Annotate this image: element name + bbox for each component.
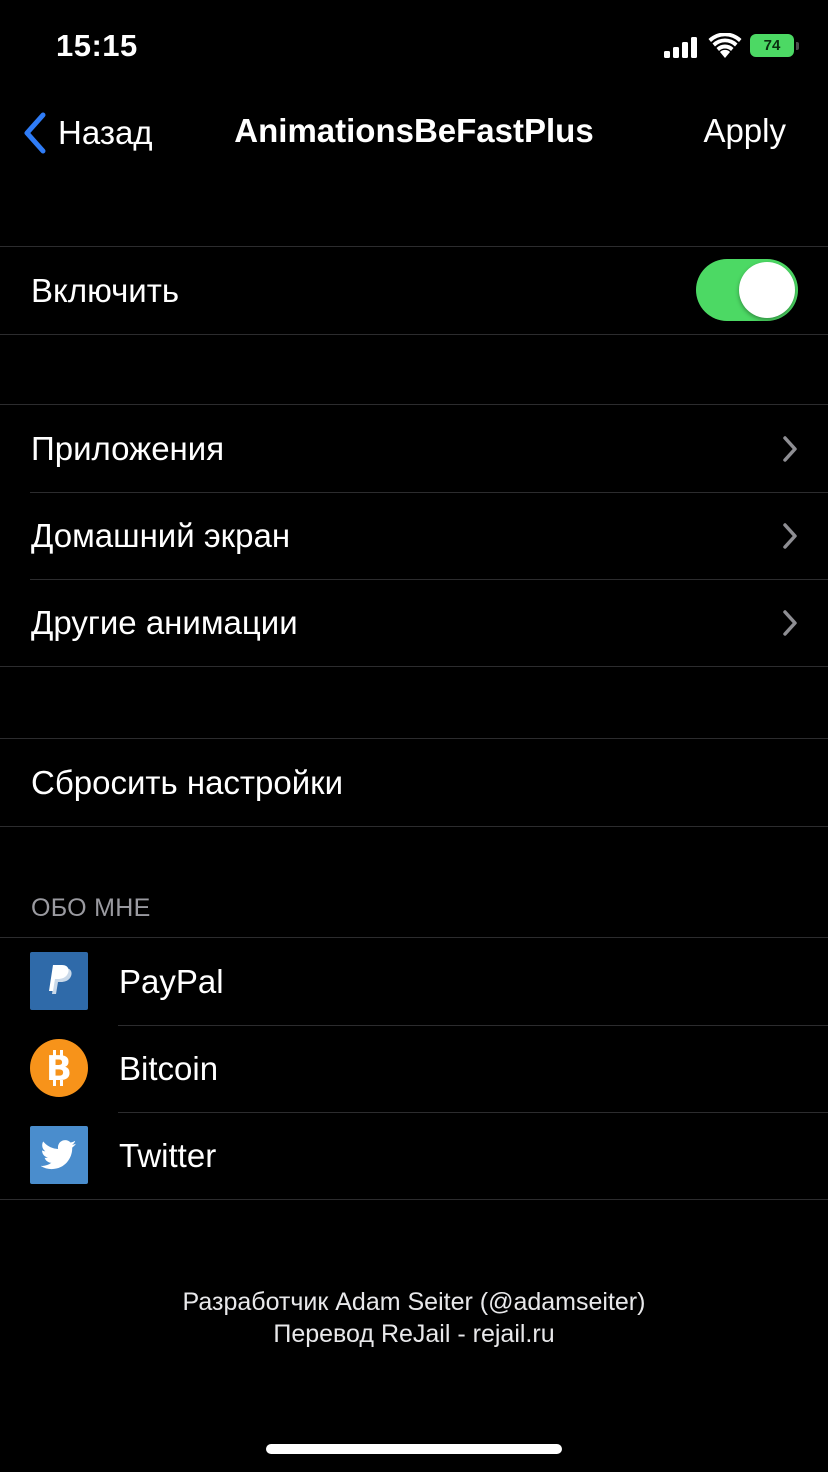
bitcoin-label: Bitcoin <box>119 1049 219 1087</box>
about-section-header: ОБО МНЕ <box>31 894 151 922</box>
home-indicator[interactable] <box>266 1444 562 1454</box>
menu-item-apps[interactable]: Приложения <box>0 405 828 492</box>
battery-icon: 74 <box>750 34 799 57</box>
status-bar: 15:15 74 <box>0 0 828 90</box>
chevron-right-icon <box>783 436 797 462</box>
screen: 15:15 74 Назад AnimationsBeFastPlus Appl… <box>0 0 828 1472</box>
chevron-right-icon <box>783 610 797 636</box>
battery-level: 74 <box>750 34 794 57</box>
twitter-icon <box>30 1126 88 1184</box>
footer-developer-line: Разработчик Adam Seiter (@adamseiter) <box>182 1288 646 1316</box>
enable-label: Включить <box>31 271 180 309</box>
enable-group: Включить <box>0 246 828 335</box>
toggle-knob <box>739 262 795 318</box>
bitcoin-link[interactable]: B Bitcoin <box>0 1025 828 1112</box>
cellular-signal-icon <box>664 36 698 58</box>
paypal-link[interactable]: PayPal <box>0 938 828 1025</box>
footer-credits: Разработчик Adam Seiter (@adamseiter) Пе… <box>0 1286 828 1350</box>
wifi-icon <box>708 33 742 58</box>
paypal-icon <box>30 952 88 1010</box>
enable-row: Включить <box>0 247 828 334</box>
about-group: PayPal B Bitcoin Twitter <box>0 937 828 1200</box>
status-time: 15:15 <box>56 28 138 63</box>
menu-item-label: Другие анимации <box>31 603 298 641</box>
chevron-right-icon <box>783 523 797 549</box>
paypal-label: PayPal <box>119 962 224 1000</box>
bitcoin-icon: B <box>30 1039 88 1097</box>
battery-cap <box>796 42 799 50</box>
enable-toggle[interactable] <box>696 259 798 321</box>
menu-item-label: Домашний экран <box>31 516 291 554</box>
svg-text:B: B <box>46 1049 72 1089</box>
reset-group: Сбросить настройки <box>0 738 828 827</box>
menu-item-home-screen[interactable]: Домашний экран <box>0 492 828 579</box>
footer-translation-line: Перевод ReJail - rejail.ru <box>273 1320 555 1348</box>
apply-button[interactable]: Apply <box>703 112 786 150</box>
twitter-label: Twitter <box>119 1136 217 1174</box>
reset-settings-button[interactable]: Сбросить настройки <box>0 739 828 826</box>
menu-item-other-animations[interactable]: Другие анимации <box>0 579 828 666</box>
reset-settings-label: Сбросить настройки <box>31 763 344 801</box>
menu-group: Приложения Домашний экран Другие анимаци… <box>0 404 828 667</box>
twitter-link[interactable]: Twitter <box>0 1112 828 1199</box>
menu-item-label: Приложения <box>31 429 225 467</box>
